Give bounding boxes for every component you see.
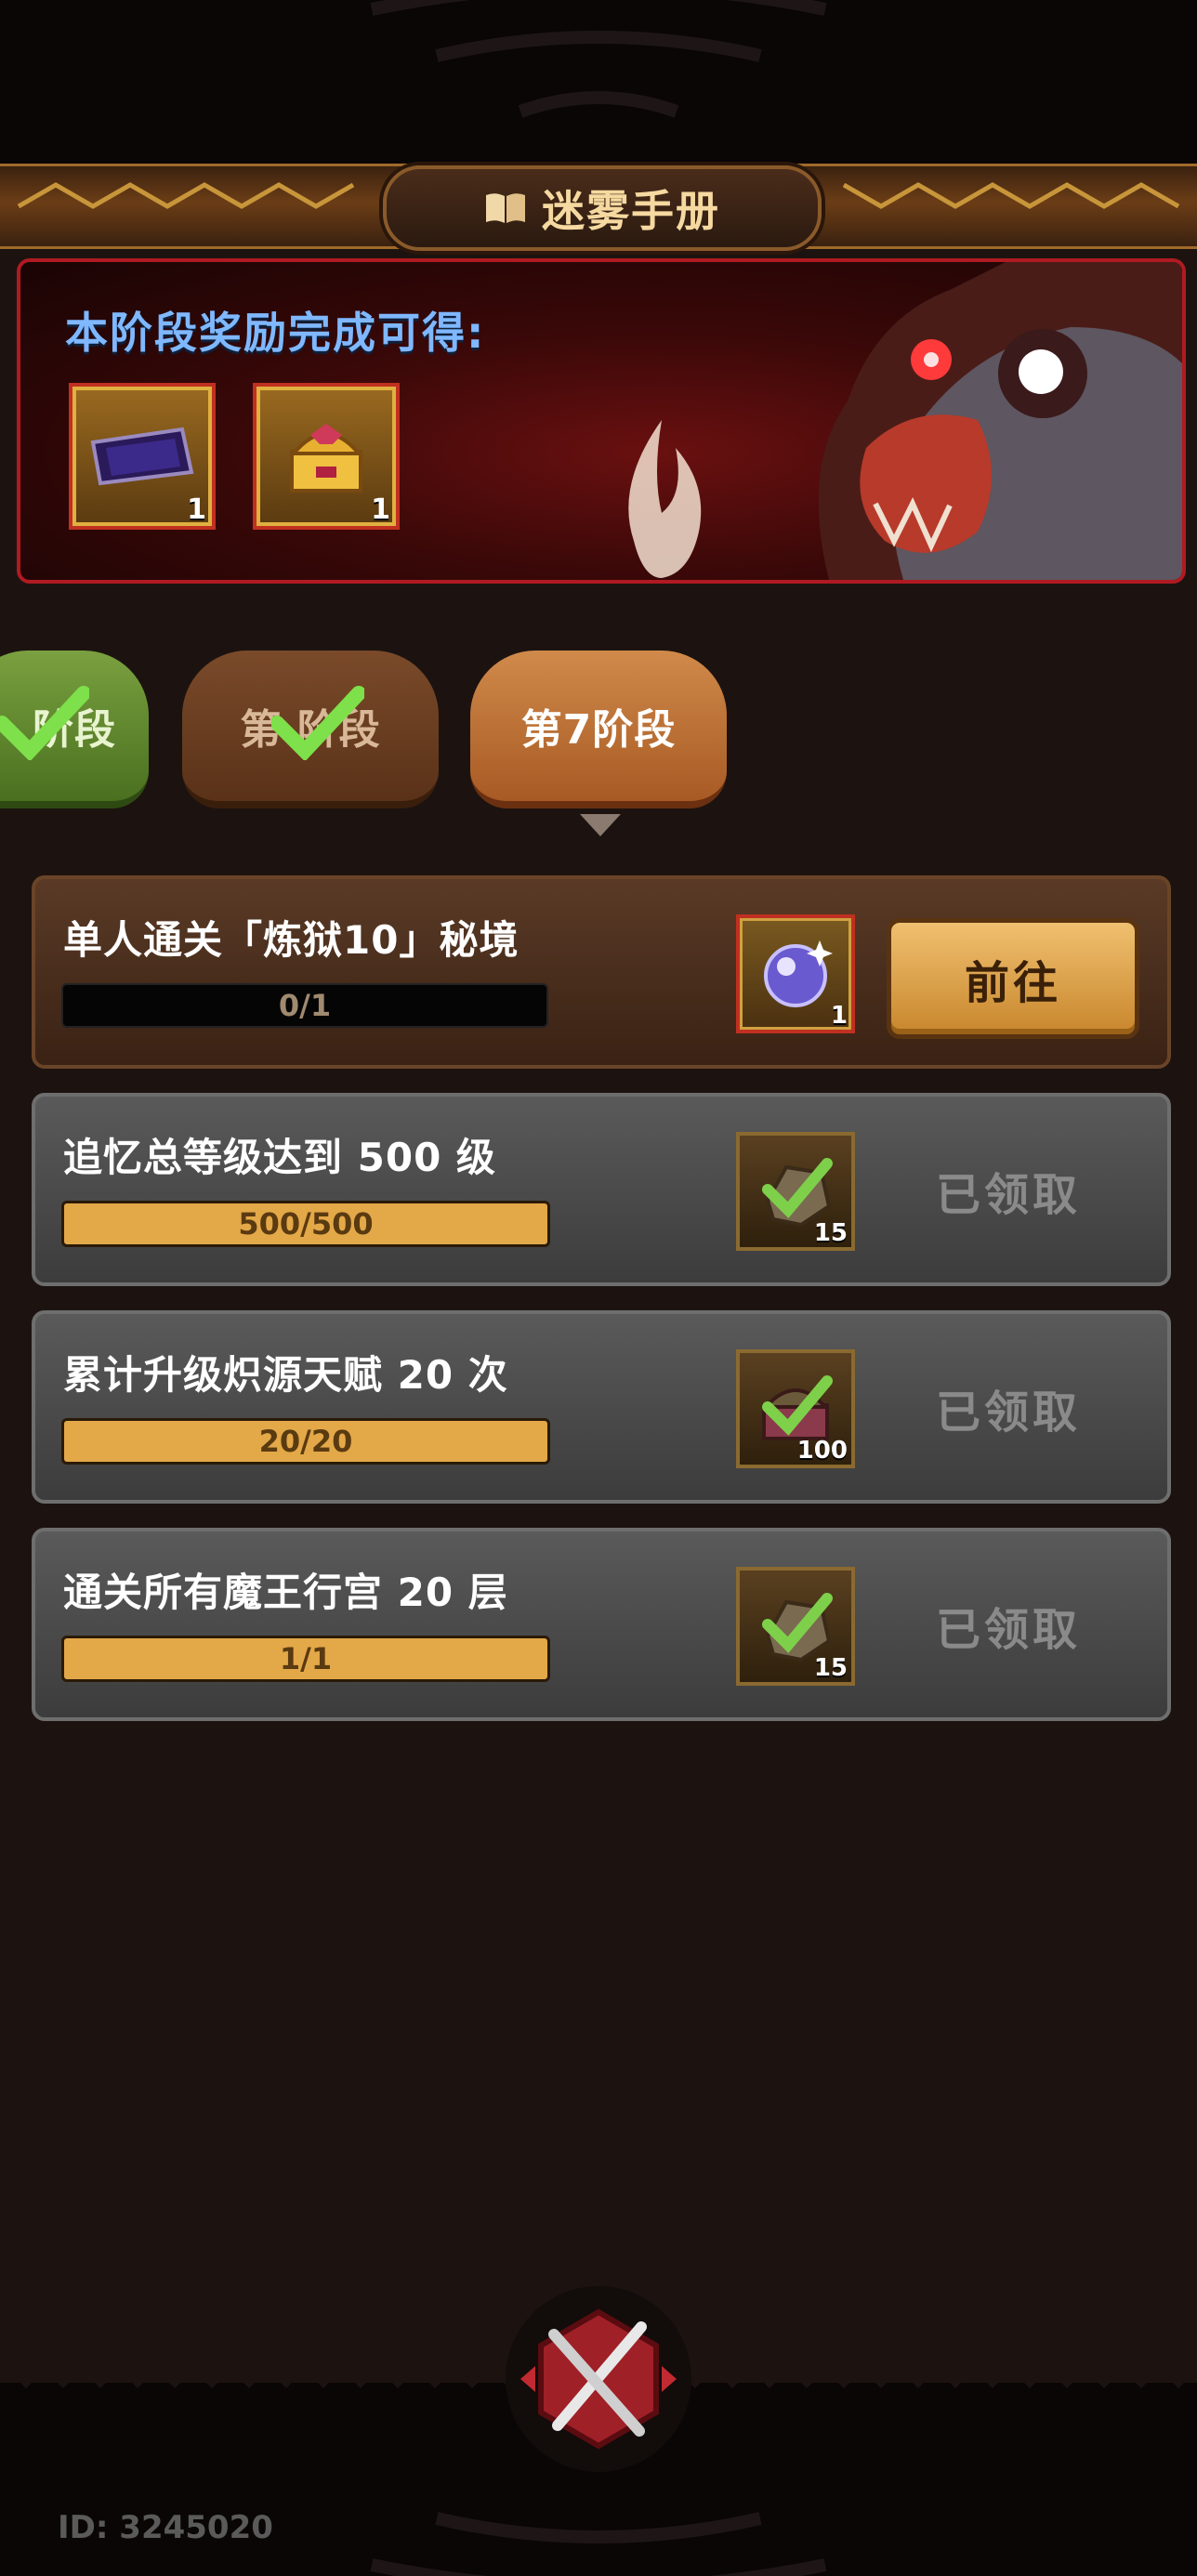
- task-progress-text: 20/20: [258, 1424, 353, 1459]
- task-progress-bar: 0/1: [61, 983, 548, 1028]
- tab-stage-5[interactable]: 阶段: [0, 651, 149, 808]
- stage-reward-item[interactable]: 1: [253, 383, 400, 530]
- tab-stage-7[interactable]: 第7阶段: [470, 651, 727, 808]
- tab-label: 第7阶段: [520, 706, 677, 754]
- tab-pointer-icon: [580, 814, 621, 836]
- check-icon: [0, 686, 89, 760]
- task-progress-text: 1/1: [279, 1641, 333, 1676]
- book-icon: [486, 193, 525, 223]
- task-row: 累计升级炽源天赋 20 次 20/20 100 已领取: [32, 1310, 1171, 1504]
- crossed-swords-close-icon: [506, 2286, 691, 2472]
- task-title: 单人通关「炼狱10」秘境: [63, 917, 520, 963]
- player-id: ID: 3245020: [58, 2509, 273, 2546]
- task-title: 累计升级炽源天赋 20 次: [63, 1352, 508, 1398]
- task-progress-text: 500/500: [238, 1206, 374, 1242]
- task-progress-text: 0/1: [278, 988, 332, 1023]
- task-row: 追忆总等级达到 500 级 500/500 15 已领取: [32, 1093, 1171, 1286]
- task-title: 通关所有魔王行宫 20 层: [63, 1570, 508, 1615]
- flame-icon: [628, 420, 702, 578]
- tab-stage-6[interactable]: 第 阶段: [182, 651, 439, 808]
- task-progress-bar: 20/20: [61, 1418, 550, 1465]
- page-title-plate: 迷雾手册: [383, 165, 822, 251]
- claimed-status: 已领取: [935, 1604, 1081, 1656]
- claimed-status: 已领取: [935, 1387, 1081, 1439]
- close-button[interactable]: [502, 2286, 695, 2472]
- task-progress-bar: 500/500: [61, 1201, 550, 1247]
- task-row: 单人通关「炼狱10」秘境 0/1 1 前往: [32, 875, 1171, 1069]
- task-row: 通关所有魔王行宫 20 层 1/1 15 已领取: [32, 1528, 1171, 1721]
- task-progress-bar: 1/1: [61, 1636, 550, 1682]
- page-title: 迷雾手册: [542, 186, 720, 236]
- claimed-status: 已领取: [935, 1169, 1081, 1221]
- stage-reward-label: 本阶段奖励完成可得:: [65, 308, 486, 358]
- task-reward-item[interactable]: 1: [736, 914, 855, 1033]
- go-button[interactable]: 前往: [887, 918, 1139, 1039]
- task-title: 追忆总等级达到 500 级: [63, 1135, 496, 1180]
- task-reward-item: 15: [736, 1567, 855, 1686]
- stage-reward-item[interactable]: 1: [69, 383, 216, 530]
- task-reward-item: 15: [736, 1132, 855, 1251]
- stage-reward-banner: 本阶段奖励完成可得: 1 1: [17, 258, 1186, 584]
- task-reward-item: 100: [736, 1349, 855, 1468]
- demon-boss-portrait: [818, 262, 1182, 580]
- check-icon: [271, 686, 364, 760]
